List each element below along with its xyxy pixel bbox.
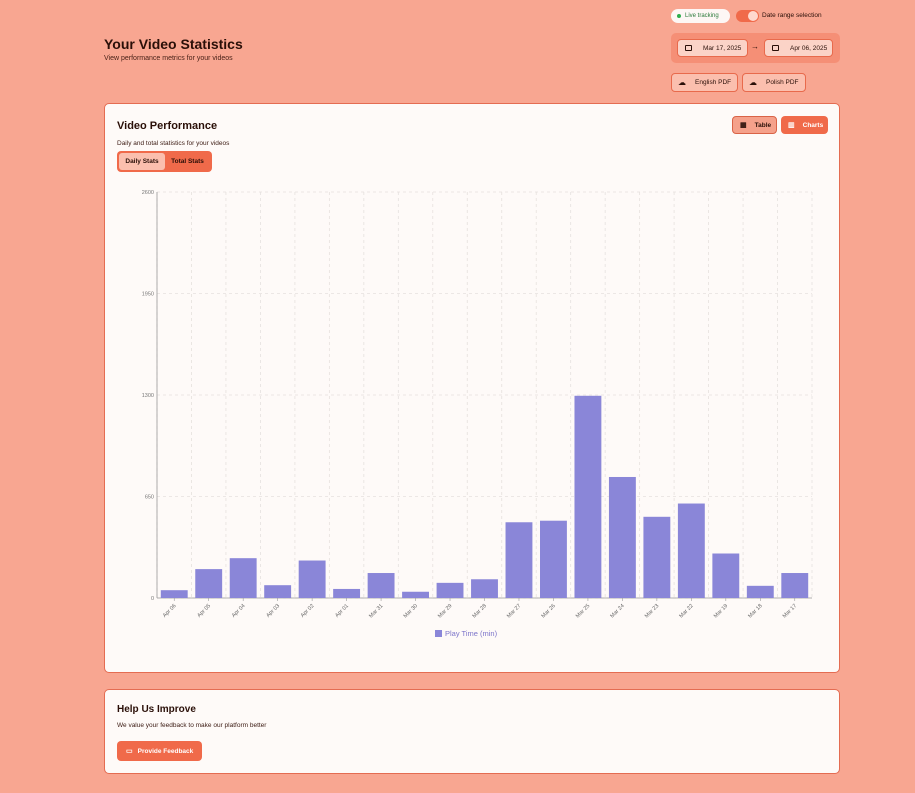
x-tick-label: Apr 05 xyxy=(196,603,212,619)
x-tick-label: Apr 06 xyxy=(162,603,178,619)
feedback-subtitle: We value your feedback to make our platf… xyxy=(117,722,267,729)
bar xyxy=(195,569,223,598)
x-tick-label: Mar 17 xyxy=(782,603,798,619)
start-date-label: Mar 17, 2025 xyxy=(703,44,742,52)
bar xyxy=(505,522,533,598)
x-tick-label: Mar 23 xyxy=(644,603,660,619)
message-icon: ▭ xyxy=(126,748,133,755)
calendar-icon xyxy=(685,45,692,51)
bar xyxy=(160,590,188,598)
date-range-toggle[interactable] xyxy=(736,10,759,22)
bar xyxy=(712,553,740,598)
table-icon: ▦ xyxy=(740,122,747,129)
bar xyxy=(298,560,326,598)
cloud-download-icon: ☁ xyxy=(749,78,757,87)
x-tick-label: Mar 24 xyxy=(609,603,625,619)
bar xyxy=(367,573,395,598)
x-tick-label: Apr 01 xyxy=(334,603,350,619)
performance-subtitle: Daily and total statistics for your vide… xyxy=(117,140,230,147)
y-tick-label: 1950 xyxy=(142,292,154,298)
date-range-toggle-label: Date range selection xyxy=(762,12,822,19)
live-tracking-badge: Live tracking xyxy=(671,9,730,23)
bar xyxy=(333,588,361,598)
chart-legend: Play Time (min) xyxy=(435,629,497,638)
english-pdf-button[interactable]: ☁ English PDF xyxy=(671,73,738,92)
x-tick-label: Mar 29 xyxy=(437,603,453,619)
x-tick-label: Mar 28 xyxy=(472,603,488,619)
feedback-card: Help Us Improve We value your feedback t… xyxy=(104,689,840,774)
bar xyxy=(402,591,429,598)
stats-tabs: Daily Stats Total Stats xyxy=(117,151,212,172)
english-pdf-label: English PDF xyxy=(695,79,732,86)
bar xyxy=(746,585,774,598)
bar xyxy=(574,395,602,598)
toggle-knob xyxy=(748,11,758,21)
bar xyxy=(540,520,567,598)
page-subtitle: View performance metrics for your videos xyxy=(104,55,233,62)
page-title: Your Video Statistics xyxy=(104,36,243,52)
y-tick-label: 2600 xyxy=(142,190,154,196)
x-tick-label: Apr 04 xyxy=(231,603,247,619)
x-tick-label: Mar 25 xyxy=(575,603,591,619)
end-date-label: Apr 06, 2025 xyxy=(790,44,828,52)
date-range-picker: Mar 17, 2025 → Apr 06, 2025 xyxy=(671,33,840,63)
feedback-title: Help Us Improve xyxy=(117,704,196,715)
legend-label: Play Time (min) xyxy=(445,629,498,638)
table-view-label: Table xyxy=(754,121,772,129)
calendar-icon xyxy=(772,45,779,51)
arrow-right-icon: → xyxy=(751,42,759,51)
x-tick-label: Apr 03 xyxy=(265,603,281,619)
x-tick-label: Mar 30 xyxy=(403,603,419,619)
live-tracking-label: Live tracking xyxy=(685,13,719,19)
polish-pdf-label: Polish PDF xyxy=(766,79,799,86)
bar-chart-icon: ▥ xyxy=(788,122,795,129)
x-tick-label: Mar 19 xyxy=(713,603,729,619)
y-tick-label: 650 xyxy=(145,495,154,501)
y-tick-label: 1300 xyxy=(142,393,154,399)
x-tick-label: Mar 27 xyxy=(506,603,522,619)
x-tick-label: Apr 02 xyxy=(300,603,316,619)
performance-title: Video Performance xyxy=(117,120,218,132)
polish-pdf-button[interactable]: ☁ Polish PDF xyxy=(742,73,806,92)
bar xyxy=(608,476,636,598)
bar xyxy=(781,573,809,598)
bar xyxy=(264,585,292,598)
x-tick-label: Mar 22 xyxy=(678,603,694,619)
bar xyxy=(643,516,671,598)
end-date-button[interactable]: Apr 06, 2025 xyxy=(764,39,833,57)
video-performance-card: Video Performance Daily and total statis… xyxy=(104,103,840,673)
tab-total-stats[interactable]: Total Stats xyxy=(165,153,210,170)
tab-daily-stats[interactable]: Daily Stats xyxy=(119,153,165,170)
provide-feedback-label: Provide Feedback xyxy=(137,747,194,755)
play-time-bar-chart: 0 650 1300 1950 2600 Apr 06 Apr 05 Apr 04 Apr 03… xyxy=(142,190,813,620)
live-dot-icon xyxy=(677,14,681,18)
bar xyxy=(229,558,257,598)
bar xyxy=(436,582,464,598)
charts-view-button[interactable]: ▥ Charts xyxy=(781,116,828,134)
bar xyxy=(471,579,498,598)
y-tick-label: 0 xyxy=(151,596,154,602)
start-date-button[interactable]: Mar 17, 2025 xyxy=(677,39,748,57)
charts-view-label: Charts xyxy=(802,121,824,129)
legend-swatch xyxy=(435,630,442,637)
provide-feedback-button[interactable]: ▭ Provide Feedback xyxy=(117,741,202,761)
cloud-download-icon: ☁ xyxy=(678,78,686,87)
bar xyxy=(677,503,705,598)
x-tick-label: Mar 26 xyxy=(541,603,557,619)
x-tick-label: Mar 31 xyxy=(368,603,384,619)
table-view-button[interactable]: ▦ Table xyxy=(732,116,777,134)
x-tick-label: Mar 18 xyxy=(747,603,763,619)
